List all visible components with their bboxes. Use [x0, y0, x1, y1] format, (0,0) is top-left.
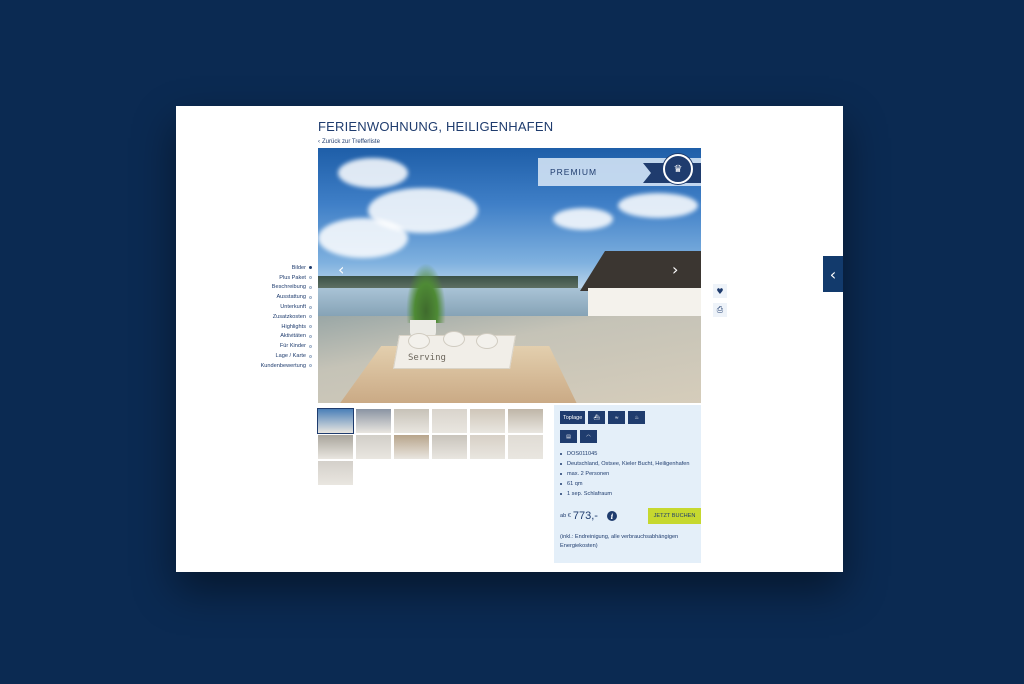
cloud-shape: [618, 193, 698, 218]
gallery-thumbnail[interactable]: [356, 435, 391, 459]
chevron-right-icon: ›: [672, 260, 679, 279]
cup: [476, 333, 498, 349]
gallery-thumbnail[interactable]: [432, 409, 467, 433]
anchor-nav-item[interactable]: Unterkunft: [246, 302, 312, 312]
detail-item: max. 2 Personen: [560, 469, 690, 479]
detail-item: DOS011045: [560, 449, 690, 459]
price-note: (inkl.: Endreinigung, alle verbrauchsabh…: [560, 534, 679, 549]
print-button[interactable]: ⎙: [713, 303, 727, 317]
bed-icon: ▤: [560, 430, 577, 443]
anchor-nav-item[interactable]: Bilder: [246, 263, 312, 273]
anchor-nav-label: Für Kinder: [279, 343, 306, 350]
gallery-thumbnail[interactable]: [394, 409, 429, 433]
pool-icon: ≈: [608, 411, 626, 424]
anchor-dot-icon: [309, 285, 312, 289]
gallery-thumbnail[interactable]: [470, 435, 505, 459]
favorite-button[interactable]: ♥: [713, 284, 727, 298]
chevron-left-icon: ‹: [338, 260, 345, 279]
sauna-icon: ♨: [628, 411, 646, 424]
anchor-nav-item[interactable]: Beschreibung: [246, 283, 312, 293]
thumbnail-grid: [317, 408, 548, 485]
toplage-badge: Toplage: [560, 411, 586, 424]
side-panel-toggle[interactable]: ‹: [823, 256, 843, 292]
anchor-nav-label: Beschreibung: [271, 284, 306, 291]
detail-item: 61 qm: [560, 479, 690, 489]
wifi-icon: ◠: [580, 430, 597, 443]
cup: [408, 333, 430, 349]
page-title: FERIENWOHNUNG, HEILIGENHAFEN: [318, 119, 554, 134]
gallery-prev-button[interactable]: ‹: [338, 260, 344, 279]
info-icon[interactable]: i: [606, 511, 617, 521]
cloud-shape: [338, 158, 408, 188]
tray-lettering: Serving: [408, 353, 446, 363]
anchor-dot-icon: [309, 325, 312, 329]
cloud-shape: [553, 208, 613, 230]
anchor-dot-icon: [309, 266, 312, 270]
ship-icon: ⛴: [588, 411, 606, 424]
anchor-nav-item[interactable]: Aktivitäten: [246, 332, 312, 342]
anchor-nav-item[interactable]: Für Kinder: [246, 341, 312, 351]
price-value: 773,-: [572, 510, 598, 522]
feature-icons: Toplage ⛴ ≈ ♨ ▤ ◠: [560, 411, 700, 443]
anchor-dot-icon: [309, 334, 312, 338]
gallery-thumbnail[interactable]: [508, 409, 543, 433]
gallery-thumbnail[interactable]: [432, 435, 467, 459]
plant: [406, 263, 446, 323]
anchor-dot-icon: [309, 295, 312, 299]
house-roof: [580, 251, 701, 291]
anchor-nav-label: Unterkunft: [280, 304, 306, 311]
back-link-label: Zurück zur Trefferliste: [322, 139, 380, 145]
cloud-shape: [318, 218, 408, 258]
anchor-nav-item[interactable]: Highlights: [246, 322, 312, 332]
gallery-thumbnail[interactable]: [356, 409, 391, 433]
crown-seal-icon: ♛: [663, 154, 693, 184]
anchor-nav-item[interactable]: Lage / Karte: [246, 351, 312, 361]
cup: [443, 331, 465, 347]
print-icon: ⎙: [716, 305, 724, 314]
anchor-nav-item[interactable]: Zusatzkosten: [246, 312, 312, 322]
anchor-nav-label: Bilder: [291, 264, 306, 271]
anchor-nav-item[interactable]: Ausstattung: [246, 292, 312, 302]
anchor-dot-icon: [309, 276, 312, 280]
anchor-nav-label: Highlights: [281, 323, 306, 330]
price-prefix: ab €: [560, 513, 571, 519]
gallery-thumbnail[interactable]: [508, 435, 543, 459]
premium-label: PREMIUM: [550, 167, 598, 177]
back-to-results-link[interactable]: ‹ Zurück zur Trefferliste: [318, 139, 380, 145]
anchor-nav-label: Kundenbewertung: [260, 362, 306, 369]
premium-badge: PREMIUM ♛: [538, 154, 701, 186]
anchor-dot-icon: [309, 364, 312, 368]
gallery-next-button[interactable]: ›: [672, 260, 678, 279]
hero-image: Serving PREMIUM ♛ ‹ ›: [318, 148, 701, 403]
anchor-dot-icon: [309, 305, 312, 309]
book-now-button[interactable]: JETZT BUCHEN: [648, 508, 701, 524]
anchor-nav-label: Lage / Karte: [275, 353, 306, 360]
anchor-nav-item[interactable]: Plus Paket: [246, 273, 312, 283]
detail-item: 1 sep. Schlafraum: [560, 489, 690, 499]
detail-list: DOS011045 Deutschland, Ostsee, Kieler Buc…: [560, 449, 690, 499]
gallery-thumbnail[interactable]: [317, 408, 354, 434]
heart-icon: ♥: [716, 286, 724, 296]
chevron-left-icon: ‹: [829, 264, 837, 284]
gallery-thumbnail[interactable]: [318, 461, 353, 485]
anchor-dot-icon: [309, 315, 312, 319]
anchor-nav-item[interactable]: Kundenbewertung: [246, 361, 312, 371]
anchor-nav-label: Aktivitäten: [280, 333, 306, 340]
gallery-thumbnail[interactable]: [394, 435, 429, 459]
listing-page: FERIENWOHNUNG, HEILIGENHAFEN ‹ Zurück zur…: [176, 106, 843, 572]
anchor-nav-label: Ausstattung: [276, 294, 306, 301]
section-anchor-nav: Bilder Plus Paket Beschreibung Ausstattung U…: [246, 263, 312, 371]
anchor-nav-label: Zusatzkosten: [272, 313, 306, 320]
gallery-thumbnail[interactable]: [470, 409, 505, 433]
chevron-left-icon: ‹: [318, 139, 320, 145]
anchor-dot-icon: [309, 354, 312, 358]
anchor-dot-icon: [309, 344, 312, 348]
detail-item: Deutschland, Ostsee, Kieler Bucht, Heili…: [560, 459, 690, 469]
gallery-thumbnail[interactable]: [318, 435, 353, 459]
shoreline: [318, 276, 578, 288]
info-panel: Toplage ⛴ ≈ ♨ ▤ ◠ DOS011045 Deutschland, Ostse…: [554, 405, 701, 563]
anchor-nav-label: Plus Paket: [279, 274, 306, 281]
